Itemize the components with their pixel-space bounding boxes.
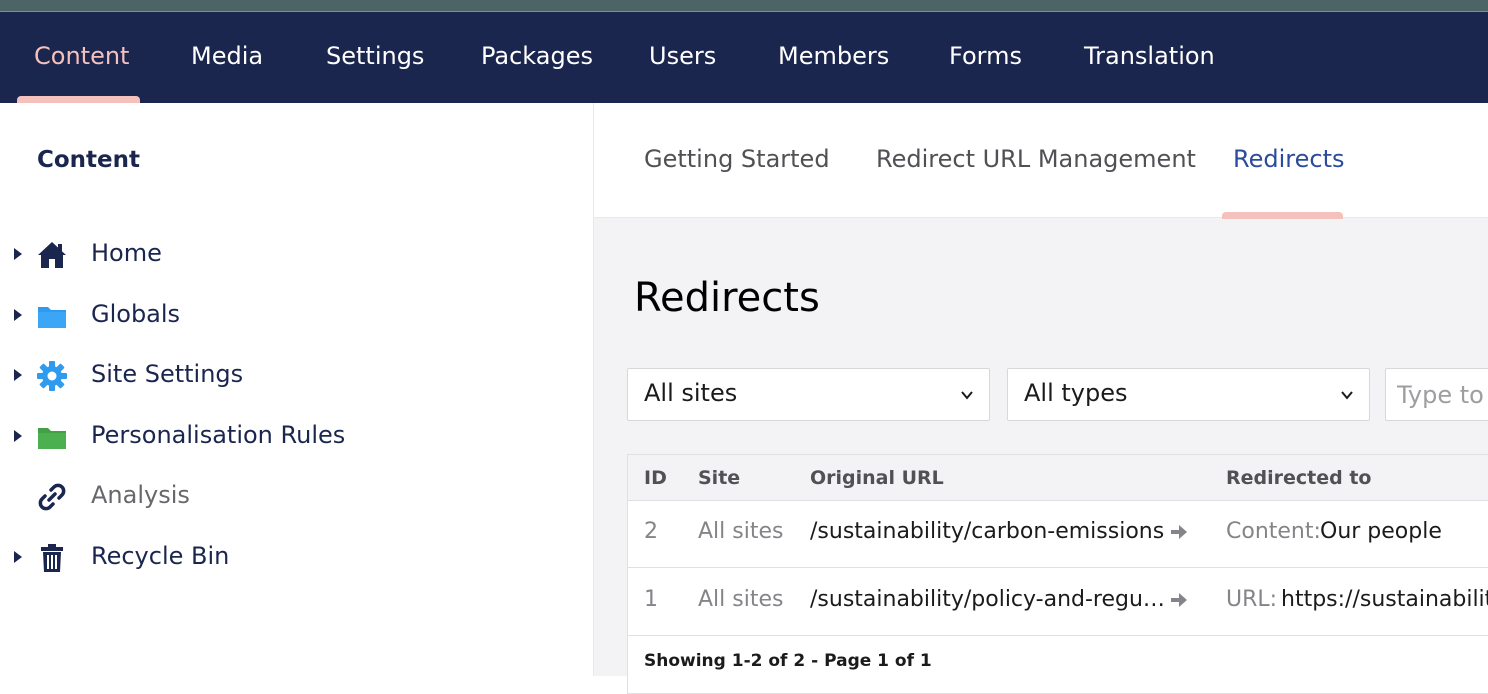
column-header-id[interactable]: ID [644, 467, 667, 489]
tree-item-label: Home [91, 239, 162, 267]
tree-item-recycle-bin[interactable]: Recycle Bin [0, 536, 594, 580]
tree-item-home[interactable]: Home [0, 233, 594, 277]
sidebar-title: Content [37, 147, 141, 173]
page-title: Redirects [634, 275, 820, 321]
cell-target-type: Content: [1226, 519, 1321, 544]
cell-id: 1 [644, 587, 658, 612]
cell-site: All sites [698, 519, 784, 544]
link-icon [38, 483, 66, 511]
tab-redirects[interactable]: Redirects [1233, 145, 1344, 173]
tree-item-label: Globals [91, 300, 181, 328]
type-filter-select[interactable]: All types [1007, 368, 1370, 421]
pagination-summary: Showing 1-2 of 2 - Page 1 of 1 [644, 651, 932, 671]
tab-redirect-url-management[interactable]: Redirect URL Management [876, 145, 1196, 173]
cell-site: All sites [698, 587, 784, 612]
caret-right-icon[interactable] [14, 248, 22, 260]
gear-icon [37, 361, 67, 391]
tree-item-label: Recycle Bin [91, 542, 230, 570]
nav-members[interactable]: Members [778, 12, 889, 103]
tree-item-label: Analysis [91, 481, 190, 509]
nav-packages[interactable]: Packages [481, 12, 593, 103]
tree-item-site-settings[interactable]: Site Settings [0, 354, 594, 398]
arrow-right-icon [1171, 593, 1187, 607]
chevron-down-icon [1341, 391, 1353, 400]
nav-active-indicator [17, 96, 140, 103]
table-row[interactable]: 2 All sites /sustainability/carbon-emiss… [628, 501, 1488, 568]
trash-icon [41, 544, 63, 572]
type-filter-value: All types [1024, 379, 1128, 407]
tree-item-personalisation-rules[interactable]: Personalisation Rules [0, 415, 594, 459]
column-header-site[interactable]: Site [698, 467, 740, 489]
tab-getting-started[interactable]: Getting Started [644, 145, 830, 173]
cell-target-value[interactable]: Our people [1320, 519, 1442, 544]
redirects-table: ID Site Original URL Redirected to 2 All… [627, 454, 1488, 694]
cell-id: 2 [644, 519, 658, 544]
nav-translation[interactable]: Translation [1084, 12, 1215, 103]
cell-target-value[interactable]: https://sustainability. [1281, 587, 1488, 612]
tab-active-indicator [1222, 212, 1343, 219]
folder-icon [38, 428, 66, 449]
column-header-redirected-to[interactable]: Redirected to [1226, 467, 1371, 489]
home-icon [38, 242, 66, 268]
search-input[interactable] [1385, 368, 1488, 421]
window-top-strip [0, 0, 1488, 12]
tree-item-label: Personalisation Rules [91, 421, 346, 449]
arrow-right-icon [1171, 525, 1187, 539]
sub-tabs: Getting Started Redirect URL Management … [594, 103, 1488, 219]
top-navigation: Content Media Settings Packages Users Me… [0, 12, 1488, 103]
caret-right-icon[interactable] [14, 369, 22, 381]
table-row[interactable]: 1 All sites /sustainability/policy-and-r… [628, 569, 1488, 636]
caret-right-icon[interactable] [14, 551, 22, 563]
nav-content[interactable]: Content [34, 12, 129, 103]
site-filter-value: All sites [644, 379, 738, 407]
chevron-down-icon [961, 391, 973, 400]
table-header: ID Site Original URL Redirected to [628, 455, 1488, 501]
tree-item-label: Site Settings [91, 360, 244, 388]
caret-right-icon[interactable] [14, 309, 22, 321]
nav-users[interactable]: Users [649, 12, 716, 103]
nav-media[interactable]: Media [191, 12, 263, 103]
caret-right-icon[interactable] [14, 430, 22, 442]
content-tree-sidebar: Content Home Globals Site Settings Perso… [0, 103, 594, 676]
folder-icon [38, 307, 66, 328]
cell-original-url[interactable]: /sustainability/policy-and-regu… [810, 587, 1165, 612]
cell-original-url[interactable]: /sustainability/carbon-emissions [810, 519, 1164, 544]
cell-target-type: URL: [1226, 587, 1278, 612]
tree-item-analysis[interactable]: Analysis [0, 475, 594, 519]
site-filter-select[interactable]: All sites [627, 368, 990, 421]
main-panel: Getting Started Redirect URL Management … [594, 103, 1488, 694]
nav-settings[interactable]: Settings [326, 12, 424, 103]
column-header-original-url[interactable]: Original URL [810, 467, 944, 489]
nav-forms[interactable]: Forms [949, 12, 1022, 103]
tree-item-globals[interactable]: Globals [0, 294, 594, 338]
